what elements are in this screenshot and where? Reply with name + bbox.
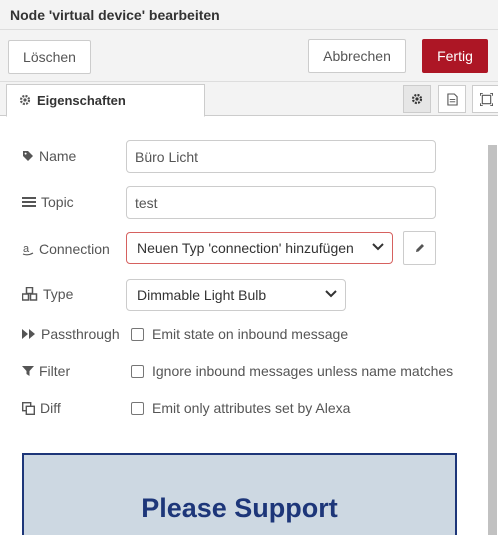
connection-label-text: Connection <box>39 241 110 257</box>
amazon-icon: a <box>22 243 34 256</box>
tag-icon <box>23 151 33 161</box>
connection-select-value: Neuen Typ 'connection' hinzufügen <box>137 240 354 256</box>
dialog-title: Node 'virtual device' bearbeiten <box>10 7 220 23</box>
gear-icon <box>411 93 423 105</box>
tab-properties[interactable]: Eigenschaften <box>6 84 205 117</box>
frame-icon <box>479 92 493 106</box>
dialog-header: Node 'virtual device' bearbeiten <box>0 0 498 30</box>
connection-select[interactable]: Neuen Typ 'connection' hinzufügen <box>126 232 393 264</box>
type-label: Type <box>22 286 73 302</box>
tab-bar: Eigenschaften <box>0 82 498 117</box>
filter-checkbox-label: Ignore inbound messages unless name matc… <box>152 363 454 379</box>
passthrough-checkbox[interactable] <box>131 328 144 341</box>
diff-label: Diff <box>22 400 61 416</box>
properties-panel: Name Büro Licht Topic test a Connection … <box>0 117 498 535</box>
topic-label: Topic <box>22 194 74 210</box>
dialog-toolbar: Löschen Abbrechen Fertig <box>0 30 498 82</box>
type-select[interactable]: Dimmable Light Bulb <box>126 279 346 311</box>
type-select-value: Dimmable Light Bulb <box>137 287 267 303</box>
description-tab-button[interactable] <box>438 85 466 113</box>
filter-checkbox[interactable] <box>131 365 144 378</box>
name-label-text: Name <box>39 148 77 164</box>
scrollbar-thumb[interactable] <box>488 145 497 535</box>
filter-label: Filter <box>22 363 70 379</box>
document-icon <box>446 92 458 106</box>
connection-label: a Connection <box>22 241 110 257</box>
delete-button[interactable]: Löschen <box>8 40 91 74</box>
name-label: Name <box>22 148 76 164</box>
filter-icon <box>22 366 34 376</box>
gear-icon <box>19 94 31 106</box>
svg-text:a: a <box>23 243 30 255</box>
settings-tab-button[interactable] <box>403 85 431 113</box>
cancel-button[interactable]: Abbrechen <box>308 39 406 73</box>
passthrough-label: Passthrough <box>22 326 120 342</box>
copy-icon <box>22 401 35 415</box>
edit-connection-button[interactable] <box>403 231 436 265</box>
list-icon <box>22 197 36 207</box>
pencil-icon <box>415 244 424 252</box>
chevron-down-icon <box>372 243 384 251</box>
tab-properties-label: Eigenschaften <box>37 93 126 108</box>
appearance-tab-button[interactable] <box>472 85 498 113</box>
name-input[interactable]: Büro Licht <box>126 140 436 173</box>
diff-checkbox-label: Emit only attributes set by Alexa <box>152 400 351 416</box>
diff-label-text: Diff <box>40 400 61 416</box>
diff-checkbox[interactable] <box>131 402 144 415</box>
passthrough-checkbox-label: Emit state on inbound message <box>152 326 349 342</box>
topic-label-text: Topic <box>41 194 74 210</box>
cubes-icon <box>22 287 38 301</box>
scrollbar[interactable] <box>486 127 498 535</box>
support-banner[interactable]: Please Support <box>22 453 457 535</box>
chevron-down-icon <box>325 290 337 298</box>
type-label-text: Type <box>43 286 74 302</box>
topic-input[interactable]: test <box>126 186 436 219</box>
fast-forward-icon <box>22 329 35 339</box>
passthrough-label-text: Passthrough <box>41 326 120 342</box>
filter-label-text: Filter <box>39 363 71 379</box>
done-button[interactable]: Fertig <box>422 39 488 73</box>
support-banner-text: Please Support <box>141 493 338 523</box>
